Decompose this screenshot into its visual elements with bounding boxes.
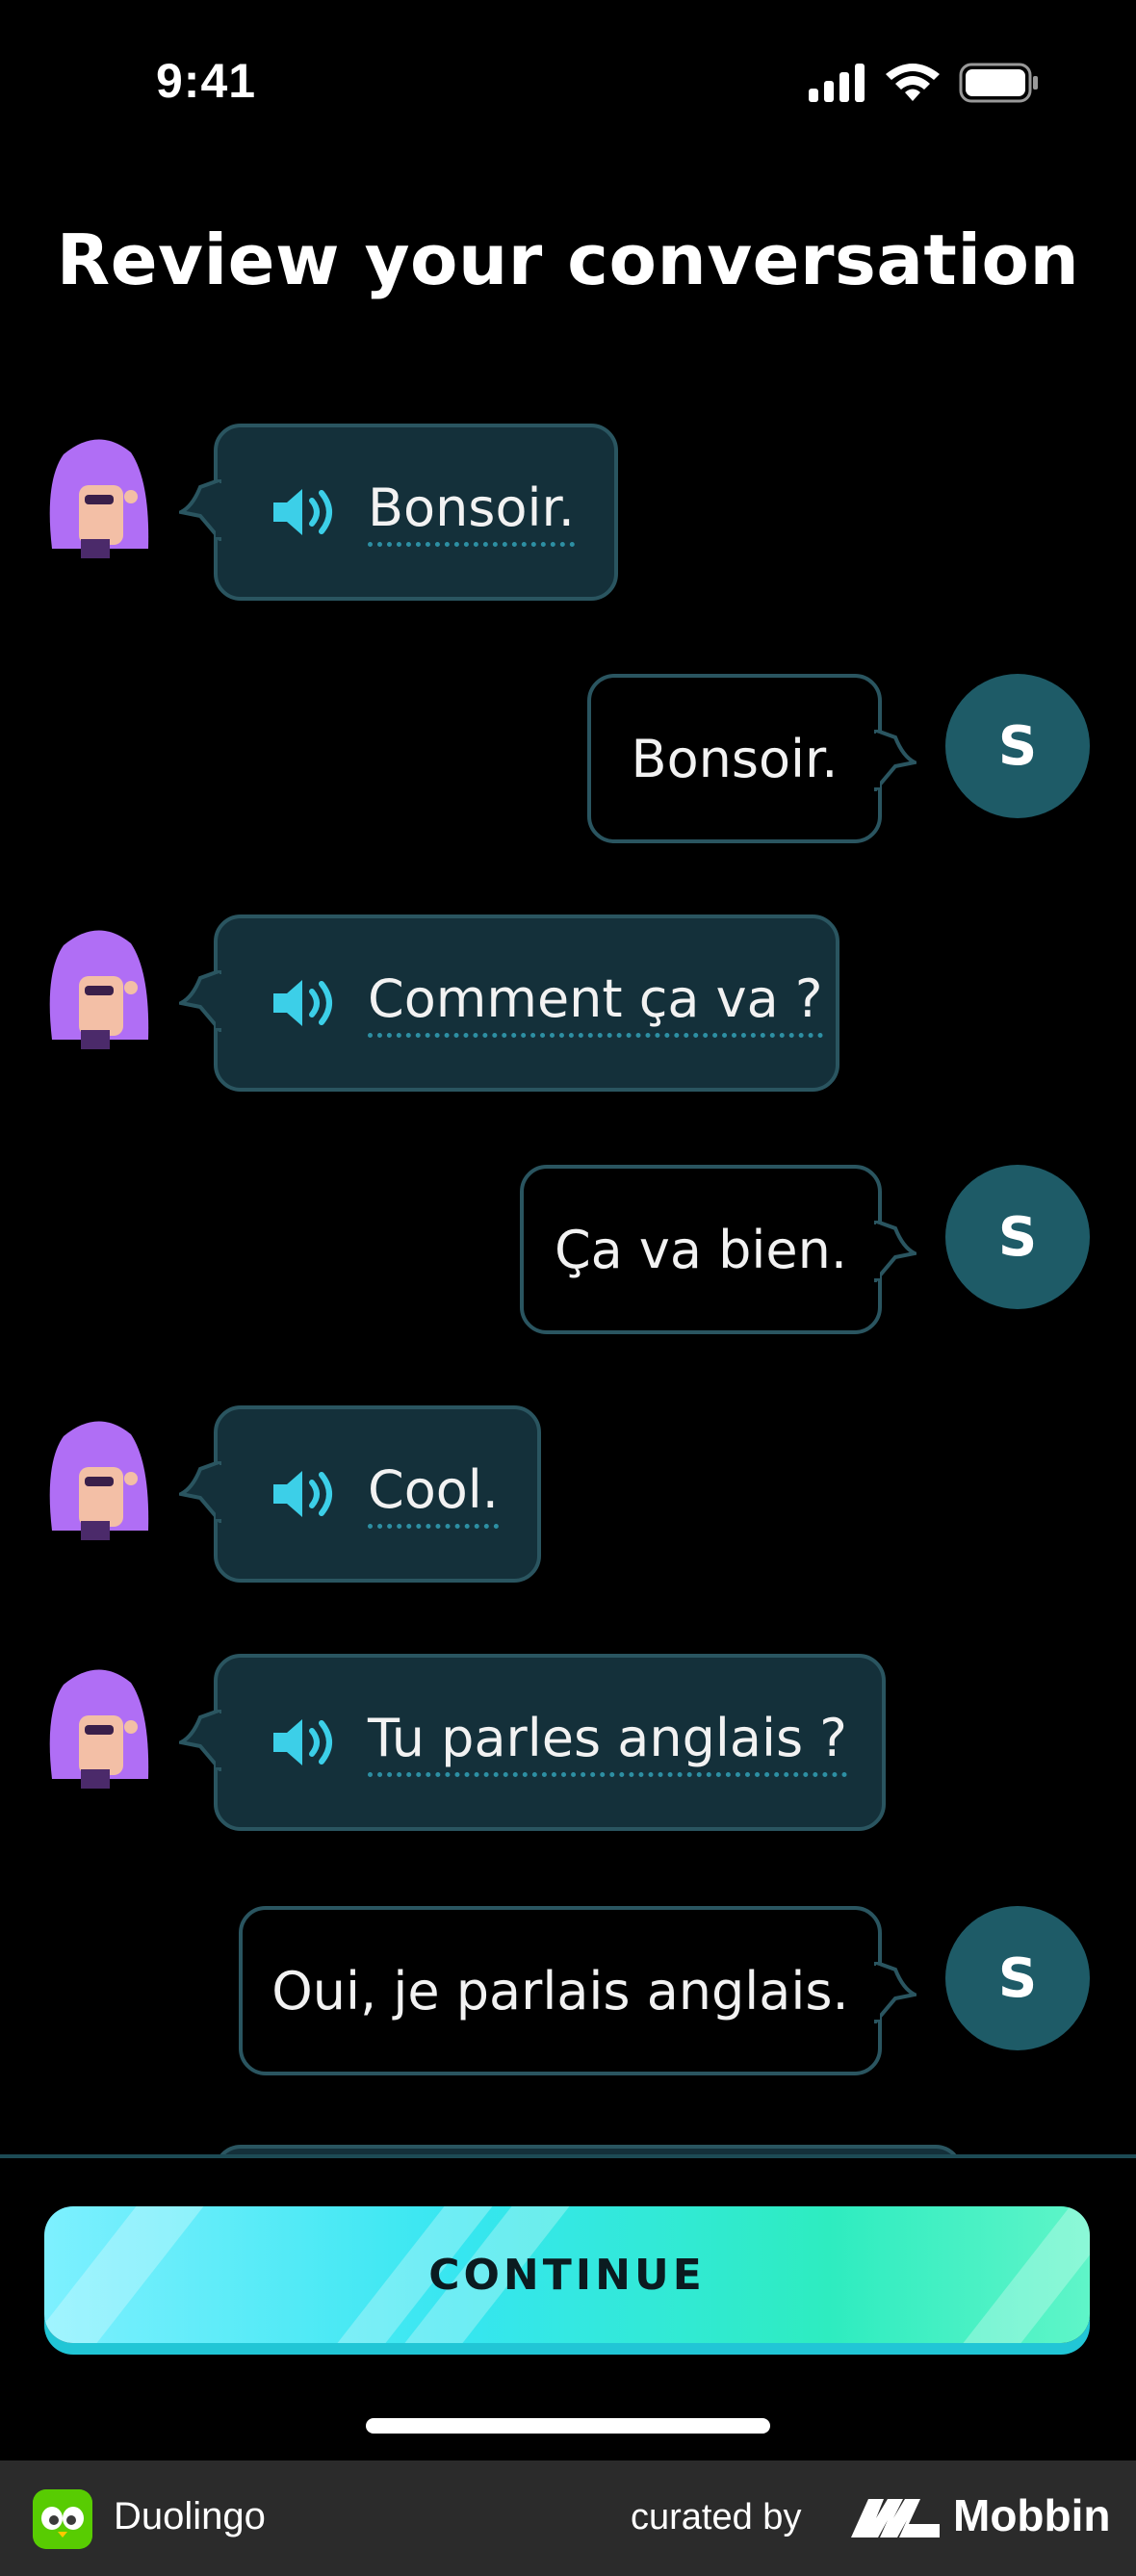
speaker-icon[interactable] (270, 1713, 339, 1771)
character-avatar-icon (49, 439, 149, 558)
speaker-icon[interactable] (270, 483, 339, 541)
message-text: Bonsoir. (631, 728, 839, 789)
character-message: Bonsoir. (0, 424, 1136, 606)
footer-bar: Duolingo curated by Mobbin (0, 2460, 1136, 2576)
speaker-icon[interactable] (270, 974, 339, 1032)
app-name: Duolingo (114, 2495, 266, 2537)
character-avatar-icon (49, 1669, 149, 1789)
home-indicator[interactable] (366, 2418, 770, 2434)
message-text[interactable]: Tu parles anglais ? (368, 1708, 847, 1777)
character-avatar-icon (49, 1421, 149, 1540)
user-avatar: S (945, 1906, 1090, 2050)
user-bubble: Ça va bien. (520, 1165, 917, 1334)
user-message: Bonsoir. S (0, 674, 1136, 847)
character-message: Tu parles anglais ? (0, 1654, 1136, 1837)
message-text[interactable]: Comment ça va ? (368, 968, 823, 1038)
character-bubble[interactable]: Cool. (179, 1405, 541, 1583)
user-avatar: S (945, 1165, 1090, 1309)
bubble-tail (874, 1221, 917, 1282)
bubble-tail (874, 1962, 917, 2023)
continue-label: CONTINUE (428, 2250, 706, 2300)
continue-button[interactable]: CONTINUE (44, 2206, 1090, 2343)
user-bubble: Oui, je parlais anglais. (239, 1906, 917, 2075)
curated-by-label: curated by (631, 2497, 802, 2537)
bubble-tail (179, 1461, 221, 1523)
bubble-tail (874, 730, 917, 791)
duolingo-logo-icon (33, 2489, 92, 2549)
character-bubble[interactable]: Bonsoir. (179, 424, 618, 601)
message-text: Ça va bien. (554, 1219, 848, 1280)
user-avatar: S (945, 674, 1090, 818)
mobbin-brand: Mobbin (953, 2490, 1111, 2540)
user-message: Oui, je parlais anglais. S (0, 1906, 1136, 2079)
user-message: Ça va bien. S (0, 1165, 1136, 1338)
message-text: Oui, je parlais anglais. (271, 1960, 849, 2022)
character-bubble[interactable]: Tu parles anglais ? (179, 1654, 886, 1831)
message-text[interactable]: Bonsoir. (368, 477, 575, 547)
character-message: Comment ça va ? (0, 914, 1136, 1097)
message-text[interactable]: Cool. (368, 1459, 499, 1529)
bubble-tail (179, 970, 221, 1032)
character-avatar-icon (49, 930, 149, 1049)
character-bubble[interactable]: Comment ça va ? (179, 914, 839, 1092)
conversation-list[interactable]: Bonsoir. Bonsoir. S Comment ça va ? Ça v… (0, 0, 1136, 2156)
bubble-tail (179, 1710, 221, 1771)
user-bubble: Bonsoir. (587, 674, 917, 843)
character-message: Cool. (0, 1405, 1136, 1588)
bubble-tail (179, 479, 221, 541)
mobbin-logo-icon (851, 2499, 940, 2537)
speaker-icon[interactable] (270, 1465, 339, 1523)
